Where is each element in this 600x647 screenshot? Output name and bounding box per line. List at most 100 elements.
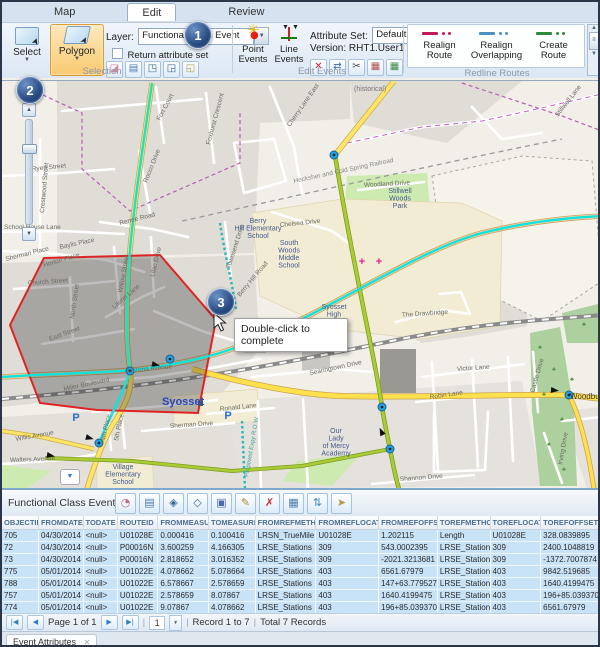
version-label: Version: RHT1.User1 xyxy=(310,43,404,54)
grid-view-icon[interactable]: ▦ xyxy=(386,59,403,76)
table-row[interactable]: 77405/01/2014<null>U01022E9.078674.07866… xyxy=(2,602,600,614)
table-toolbar: ◔▤◈◇▣✎✗▦⇅➤ xyxy=(115,493,355,514)
column-header-frommeasure[interactable]: FROMMEASURE xyxy=(158,516,209,530)
table-panel-header: Functional Class Event ◔▤◈◇▣✎✗▦⇅➤ xyxy=(2,490,600,516)
table-row[interactable]: 75705/01/2014<null>U01022E2.5786598.0786… xyxy=(2,590,600,602)
select-routes-icon[interactable]: ◲ xyxy=(163,61,180,78)
create-route-button[interactable]: CreateRoute xyxy=(526,28,581,61)
svg-text:(historical): (historical) xyxy=(354,86,386,93)
column-header-objectid[interactable]: OBJECTID xyxy=(2,516,38,530)
prev-page-button[interactable]: ◀ xyxy=(27,615,44,630)
group-divider xyxy=(403,25,404,73)
svg-text:P: P xyxy=(72,412,79,424)
table-row[interactable]: 77505/01/2014<null>U01022E4.0786625.0786… xyxy=(2,566,600,578)
page-number-arrow-icon[interactable]: ▼ xyxy=(169,615,182,631)
svg-text:♣: ♣ xyxy=(570,377,574,383)
svg-text:Woodbury: Woodbury xyxy=(570,392,600,401)
realign-overlapping-button[interactable]: RealignOverlapping xyxy=(469,28,524,61)
drawing-tooltip: Double-click to complete xyxy=(234,318,348,352)
route-line-icon xyxy=(479,30,514,38)
select-icon: ➤ xyxy=(15,27,39,45)
identify-tool-icon[interactable]: ◔ xyxy=(115,493,136,514)
line-events-button[interactable]: ▼▼ Line Events xyxy=(272,27,306,65)
table-pagination: |◀ ◀ Page 1 of 1 ▶ ▶| | 1 ▼ | Record 1 t… xyxy=(2,613,600,631)
pan-to-selection-icon[interactable]: ◇ xyxy=(187,493,208,514)
svg-text:+: + xyxy=(359,256,365,268)
svg-text:+: + xyxy=(376,256,382,268)
column-header-fromdate[interactable]: FROMDATE xyxy=(38,516,83,530)
sort-icon[interactable]: ⇅ xyxy=(307,493,328,514)
selection-group-label: Selection xyxy=(42,66,162,77)
column-header-torefmethod[interactable]: TOREFMETHOD xyxy=(437,516,490,530)
column-header-fromrefoffset[interactable]: FROMREFOFFSET xyxy=(379,516,438,530)
svg-text:♣: ♣ xyxy=(562,467,566,473)
redline-group-label: Redline Routes xyxy=(422,68,572,79)
bottom-tab-bar: Event Attributes ✕ xyxy=(2,631,600,647)
callout-step-3: 3 xyxy=(207,288,235,316)
events-table[interactable]: OBJECTIDFROMDATETODATEROUTEIDFROMMEASURE… xyxy=(2,516,600,614)
column-header-todate[interactable]: TODATE xyxy=(83,516,117,530)
record-range-label: Record 1 to 7 xyxy=(193,617,250,628)
select-features-icon[interactable]: ◱ xyxy=(182,61,199,78)
ribbon-tab-row: Map Edit Review xyxy=(2,2,598,23)
tab-map[interactable]: Map xyxy=(40,3,89,20)
zoom-out-icon[interactable]: ▼ xyxy=(22,227,36,241)
column-header-fromreflocation[interactable]: FROMREFLOCATION xyxy=(316,516,379,530)
svg-text:SouthWoodsMiddleSchool: SouthWoodsMiddleSchool xyxy=(278,240,300,270)
table-panel-title: Functional Class Event xyxy=(8,497,115,509)
close-tab-icon[interactable]: ✕ xyxy=(84,638,91,647)
point-events-icon: ✳● xyxy=(244,27,262,43)
event-table-panel: Functional Class Event ◔▤◈◇▣✎✗▦⇅➤ OBJECT… xyxy=(2,488,600,616)
export-icon[interactable]: ➤ xyxy=(331,493,352,514)
column-header-tomeasure[interactable]: TOMEASURE xyxy=(209,516,256,530)
total-records-label: Total 7 Records xyxy=(260,617,326,628)
zoom-in-icon[interactable]: ▲ xyxy=(22,103,36,117)
svg-text:♣: ♣ xyxy=(542,392,546,398)
column-header-fromrefmethod[interactable]: FROMREFMETHOD xyxy=(255,516,316,530)
map-canvas[interactable]: ♣♣♣♣♣♣♣♣ Fort CourtFoxhurst CrescentCher… xyxy=(2,80,600,489)
next-page-button[interactable]: ▶ xyxy=(101,615,118,630)
column-header-routeid[interactable]: ROUTEID xyxy=(117,516,158,530)
first-page-button[interactable]: |◀ xyxy=(6,615,23,630)
ribbon-scrollbar[interactable]: ▲ ≡ ▼ xyxy=(587,24,600,76)
show-attributes-icon[interactable]: ▤ xyxy=(139,493,160,514)
svg-text:♣: ♣ xyxy=(552,367,556,373)
svg-text:♣: ♣ xyxy=(560,417,564,423)
column-header-torefoffset[interactable]: TOREFOFFSET xyxy=(541,516,600,530)
table-row[interactable]: 70504/30/2014<null>U01028E0.0004160.1004… xyxy=(2,530,600,542)
scroll-thumb[interactable]: ≡ xyxy=(589,32,599,50)
edit-attributes-icon[interactable]: ✎ xyxy=(235,493,256,514)
zoom-to-selection-icon[interactable]: ◈ xyxy=(163,493,184,514)
redline-routes-panel: RealignRouteRealignOverlappingCreateRout… xyxy=(407,24,585,68)
page-number-select[interactable]: 1 xyxy=(149,616,165,630)
column-header-toreflocation[interactable]: TOREFLOCATION xyxy=(490,516,541,530)
map-zoom-slider[interactable]: ▲ ▼ xyxy=(22,103,36,239)
route-line-icon xyxy=(422,30,457,38)
scroll-down-icon[interactable]: ▼ xyxy=(588,51,600,57)
realign-route-button[interactable]: RealignRoute xyxy=(412,28,467,61)
tab-edit[interactable]: Edit xyxy=(127,3,176,21)
point-events-button[interactable]: ✳● Point Events xyxy=(236,27,270,65)
delete-event-icon[interactable]: ✗ xyxy=(259,493,280,514)
map-overview-toggle[interactable]: ▼ xyxy=(60,469,80,485)
edit-events-group-label: Edit Events xyxy=(272,66,372,77)
last-page-button[interactable]: ▶| xyxy=(122,615,139,630)
table-row[interactable]: 7204/30/2014<null>P00016N3.6002594.16630… xyxy=(2,542,600,554)
attribute-set-icon[interactable]: ▦ xyxy=(283,493,304,514)
scroll-up-icon[interactable]: ▲ xyxy=(588,25,600,31)
table-row[interactable]: 7304/30/2014<null>P00016N2.8186523.01635… xyxy=(2,554,600,566)
table-row[interactable]: 78805/01/2014<null>U01022E6.5786672.5786… xyxy=(2,578,600,590)
zoom-track[interactable] xyxy=(25,119,33,225)
svg-text:P: P xyxy=(224,410,231,422)
callout-step-2: 2 xyxy=(16,76,44,104)
save-icon[interactable]: ▣ xyxy=(211,493,232,514)
ribbon: MapEditReview ➤ Select ▼ ➤ Polygon ▼ Lay… xyxy=(2,2,598,78)
polygon-caret-icon: ▼ xyxy=(51,57,103,61)
zoom-handle[interactable] xyxy=(22,144,37,154)
attribute-set-label: Attribute Set: xyxy=(310,31,368,42)
event-editor-window: MapEditReview ➤ Select ▼ ➤ Polygon ▼ Lay… xyxy=(0,0,600,647)
tab-event-attributes[interactable]: Event Attributes ✕ xyxy=(6,634,97,647)
line-events-icon: ▼▼ xyxy=(280,27,298,43)
tab-review[interactable]: Review xyxy=(214,3,278,20)
route-line-icon xyxy=(536,30,571,38)
